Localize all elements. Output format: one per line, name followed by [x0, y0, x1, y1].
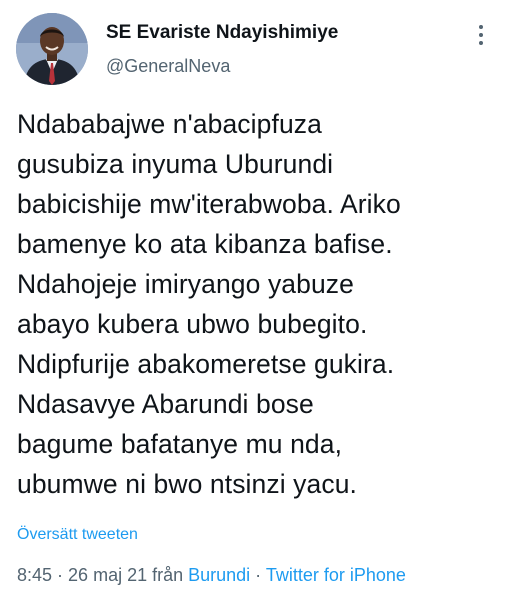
tweet-text-line: Ndahojeje imiryango yabuze: [17, 269, 354, 299]
tweet-text-line: ubumwe ni bwo ntsinzi yacu.: [17, 469, 358, 499]
tweet-text-line: abayo kubera ubwo bubegito.: [17, 309, 368, 339]
tweet-card: SE Evariste Ndayishimiye @GeneralNeva Nd…: [0, 0, 508, 600]
source-link[interactable]: Twitter for iPhone: [266, 565, 406, 585]
tweet-time[interactable]: 8:45: [17, 565, 52, 585]
author-handle[interactable]: @GeneralNeva: [106, 56, 230, 77]
tweet-text-line: bagume bafatanye mu nda,: [17, 429, 343, 459]
tweet-text-line: Ndasavye Abarundi bose: [17, 389, 314, 419]
tweet-text-line: Ndipfurije abakomeretse gukira.: [17, 349, 395, 379]
tweet-text: Ndababajwe n'abacipfuza gusubiza inyuma …: [17, 104, 497, 504]
meta-separator: ·: [52, 565, 69, 585]
more-vertical-icon[interactable]: [474, 24, 488, 46]
tweet-text-line: Ndababajwe n'abacipfuza: [17, 109, 322, 139]
tweet-date: 26 maj 21 från: [68, 565, 189, 585]
avatar-photo: [16, 13, 88, 85]
author-name[interactable]: SE Evariste Ndayishimiye: [106, 22, 338, 44]
translate-tweet-link[interactable]: Översätt tweeten: [17, 526, 138, 544]
tweet-text-line: bamenye ko ata kibanza bafise.: [17, 229, 393, 259]
avatar[interactable]: [16, 13, 88, 85]
tweet-text-line: gusubiza inyuma Uburundi: [17, 149, 334, 179]
location-link[interactable]: Burundi: [188, 565, 250, 585]
meta-separator: ·: [250, 565, 266, 585]
tweet-meta: 8:45 · 26 maj 21 från Burundi · Twitter …: [17, 565, 406, 586]
tweet-text-line: babicishije mw'iterabwoba. Ariko: [17, 189, 401, 219]
